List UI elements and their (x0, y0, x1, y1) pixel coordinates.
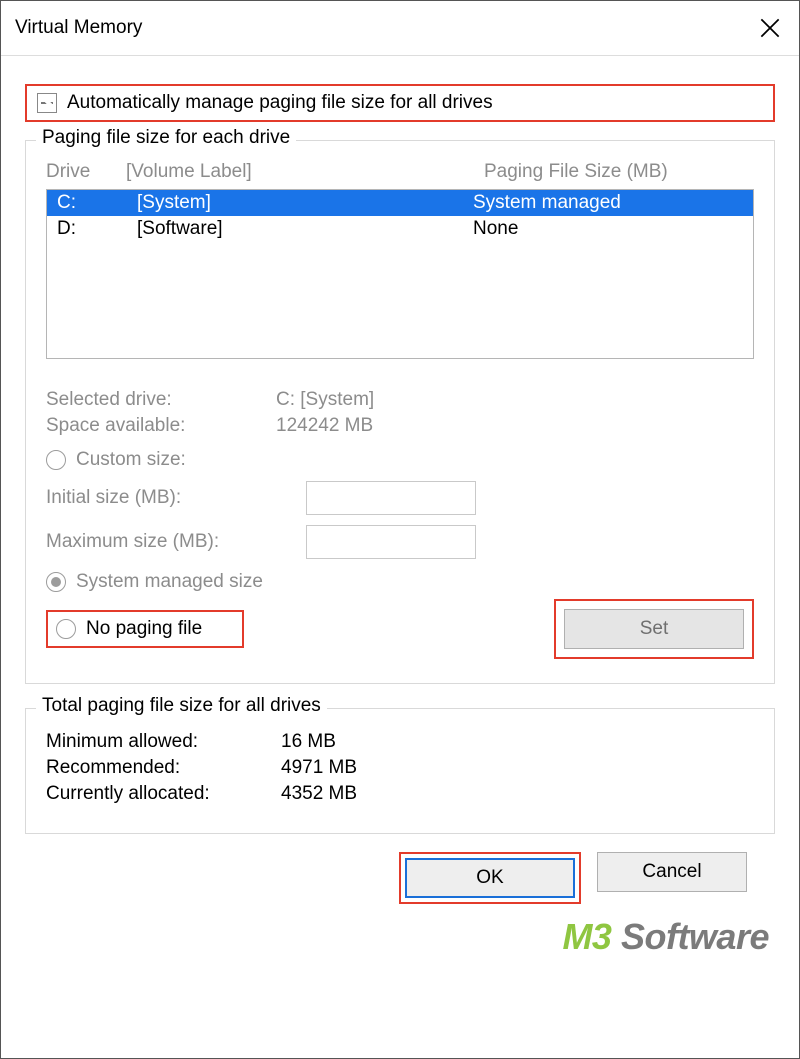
selected-drive-value: C: [System] (276, 389, 754, 411)
window-title: Virtual Memory (15, 17, 142, 39)
system-managed-label: System managed size (76, 571, 263, 593)
custom-size-radio[interactable] (46, 450, 66, 470)
no-paging-label: No paging file (86, 618, 202, 640)
maximum-size-input[interactable] (306, 525, 476, 559)
header-drive: Drive (46, 161, 126, 183)
auto-manage-label: Automatically manage paging file size fo… (67, 92, 493, 114)
header-size: Paging File Size (MB) (484, 161, 754, 183)
cancel-button[interactable]: Cancel (597, 852, 747, 892)
dialog-buttons: OK Cancel (25, 834, 775, 908)
selected-drive-info: Selected drive: C: [System] Space availa… (46, 389, 754, 437)
list-item[interactable]: D: [Software] None (47, 216, 753, 242)
currently-allocated-value: 4352 MB (281, 783, 754, 805)
drive-cell: C: (57, 192, 137, 214)
auto-manage-checkbox[interactable] (37, 93, 57, 113)
custom-size-radio-row[interactable]: Custom size: (46, 449, 754, 471)
min-allowed-value: 16 MB (281, 731, 754, 753)
recommended-value: 4971 MB (281, 757, 754, 779)
watermark-m3: M3 (562, 916, 611, 957)
ok-button-highlight: OK (399, 852, 581, 904)
size-cell: System managed (473, 192, 743, 214)
virtual-memory-dialog: Virtual Memory Automatically manage pagi… (0, 0, 800, 1059)
totals-group: Total paging file size for all drives Mi… (25, 708, 775, 834)
client-area: Automatically manage paging file size fo… (1, 56, 799, 1058)
no-paging-highlight: No paging file (46, 610, 244, 648)
auto-manage-highlight: Automatically manage paging file size fo… (25, 84, 775, 122)
watermark: M3 Software (562, 916, 769, 958)
system-managed-radio[interactable] (46, 572, 66, 592)
volume-cell: [Software] (137, 218, 473, 240)
drive-list-header: Drive [Volume Label] Paging File Size (M… (46, 157, 754, 189)
min-allowed-label: Minimum allowed: (46, 731, 281, 753)
selected-drive-label: Selected drive: (46, 389, 276, 411)
ok-button[interactable]: OK (405, 858, 575, 898)
drive-listbox[interactable]: C: [System] System managed D: [Software]… (46, 189, 754, 359)
custom-size-label: Custom size: (76, 449, 186, 471)
system-managed-radio-row[interactable]: System managed size (46, 571, 754, 593)
set-button[interactable]: Set (564, 609, 744, 649)
space-available-value: 124242 MB (276, 415, 754, 437)
header-volume: [Volume Label] (126, 161, 484, 183)
watermark-software: Software (611, 916, 769, 957)
volume-cell: [System] (137, 192, 473, 214)
close-icon[interactable] (757, 15, 783, 41)
currently-allocated-label: Currently allocated: (46, 783, 281, 805)
space-available-label: Space available: (46, 415, 276, 437)
totals-legend: Total paging file size for all drives (36, 695, 327, 717)
titlebar: Virtual Memory (1, 1, 799, 56)
size-cell: None (473, 218, 743, 240)
set-button-highlight: Set (554, 599, 754, 659)
drive-cell: D: (57, 218, 137, 240)
no-paging-radio[interactable] (56, 619, 76, 639)
list-item[interactable]: C: [System] System managed (47, 190, 753, 216)
initial-size-label: Initial size (MB): (46, 487, 306, 509)
initial-size-input[interactable] (306, 481, 476, 515)
paging-per-drive-legend: Paging file size for each drive (36, 127, 296, 149)
recommended-label: Recommended: (46, 757, 281, 779)
paging-per-drive-group: Paging file size for each drive Drive [V… (25, 140, 775, 684)
maximum-size-label: Maximum size (MB): (46, 531, 306, 553)
